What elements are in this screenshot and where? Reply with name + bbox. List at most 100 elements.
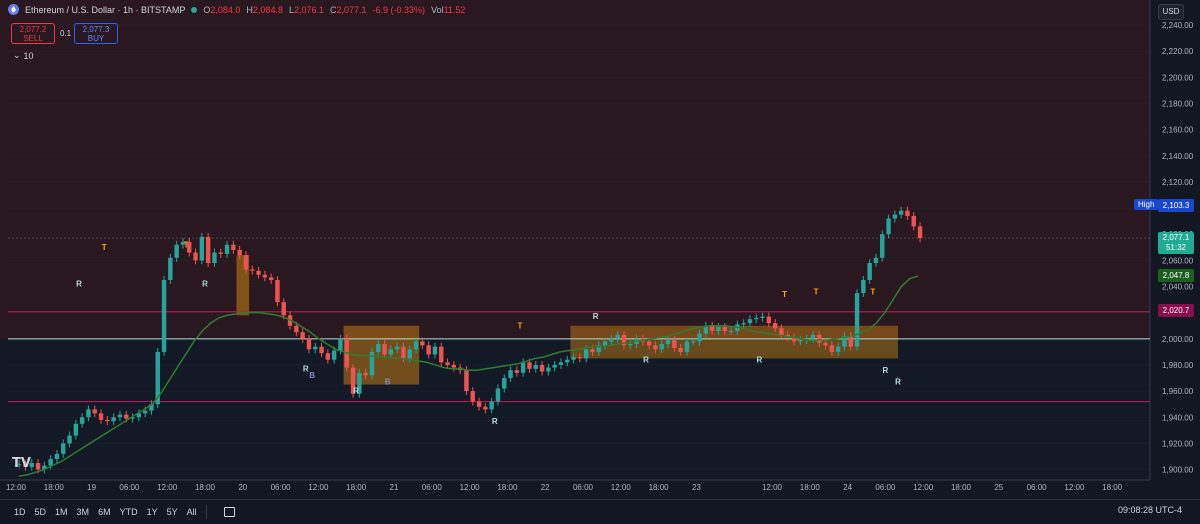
indicators-toggle[interactable]: ⌄ 10 — [13, 50, 34, 61]
candle-body — [760, 316, 765, 318]
y-tick-label: 2,160.00 — [1162, 126, 1194, 135]
candle-body — [678, 347, 683, 352]
candle-body — [508, 370, 513, 379]
candle-body — [168, 257, 173, 280]
clock[interactable]: 09:08:28 UTC-4 — [1118, 505, 1182, 515]
candle-body — [35, 463, 41, 470]
x-tick-label: 12:00 — [762, 483, 783, 492]
range-1d[interactable]: 1D — [14, 507, 26, 517]
lower-background — [0, 338, 1150, 480]
last-price-value: 2,077.1 — [1162, 233, 1190, 242]
y-tick-label: 2,000.00 — [1162, 335, 1194, 344]
candle-body — [451, 364, 457, 368]
candle-body — [142, 410, 148, 414]
candle-body — [363, 372, 368, 376]
candle-body — [798, 340, 803, 342]
buy-label: BUY — [87, 34, 105, 43]
range-1y[interactable]: 1Y — [147, 507, 158, 517]
candle-body — [823, 342, 828, 346]
signal-label: R — [895, 378, 901, 387]
candle-body — [73, 423, 79, 436]
candle-body — [854, 293, 860, 347]
candle-body — [817, 334, 822, 343]
candle-body — [558, 362, 564, 365]
candle-body — [218, 252, 223, 254]
signal-label: T — [184, 240, 189, 249]
candle-body — [86, 409, 91, 418]
range-ytd[interactable]: YTD — [120, 507, 138, 517]
candle-body — [659, 344, 664, 350]
candle-body — [514, 370, 520, 373]
x-tick-label: 18:00 — [497, 483, 518, 492]
x-tick-label: 12:00 — [308, 483, 329, 492]
candle-body — [432, 346, 438, 355]
symbol-legend: Ethereum / U.S. Dollar · 1h · BITSTAMP O… — [8, 4, 465, 15]
range-6m[interactable]: 6M — [98, 507, 111, 517]
range-5d[interactable]: 5D — [35, 507, 47, 517]
candle-body — [117, 414, 123, 418]
signal-label: R — [757, 355, 763, 364]
open-value: 2,084.0 — [210, 4, 241, 15]
x-tick-label: 12:00 — [460, 483, 481, 492]
candle-body — [747, 319, 753, 324]
candle-body — [231, 244, 236, 250]
signal-label: T — [870, 287, 875, 296]
y-tick-label: 1,900.00 — [1162, 466, 1194, 475]
calendar-icon[interactable] — [223, 507, 235, 517]
signal-label: R — [202, 280, 208, 289]
indicators-count: 10 — [23, 50, 34, 61]
x-tick-label: 06:00 — [271, 483, 292, 492]
price-chart[interactable]: 1,900.00 1,920.00 1,940.00 1,960.00 1,980.00… — [0, 0, 1200, 524]
candle-body — [489, 401, 494, 410]
candle-body — [565, 359, 570, 363]
candle-body — [79, 417, 85, 424]
candle-body — [205, 236, 211, 263]
bottom-toolbar: 1D 5D 1M 3M 6M YTD 1Y 5Y All — [0, 499, 1200, 524]
range-all[interactable]: All — [187, 507, 197, 517]
candle-body — [772, 323, 778, 329]
candle-body — [861, 279, 866, 294]
x-tick-label: 06:00 — [875, 483, 896, 492]
candle-body — [552, 364, 557, 368]
candle-body — [665, 340, 671, 345]
candle-body — [546, 367, 551, 372]
candle-body — [697, 333, 702, 342]
currency-selector[interactable]: USD — [1158, 4, 1184, 20]
candle-body — [382, 344, 387, 355]
x-tick-label: 18:00 — [1102, 483, 1123, 492]
candle-body — [407, 349, 412, 359]
close-value: 2,077.1 — [336, 4, 367, 15]
signal-label: R — [492, 417, 498, 426]
signal-label: R — [883, 366, 889, 375]
candle-body — [754, 317, 759, 320]
upper-background — [0, 0, 1150, 339]
order-quantity[interactable]: 0.1 — [60, 29, 71, 38]
y-tick-label: 1,940.00 — [1162, 413, 1194, 422]
tradingview-logo[interactable]: TV — [12, 456, 31, 471]
range-1m[interactable]: 1M — [55, 507, 68, 517]
candle-body — [237, 249, 242, 256]
candle-body — [741, 323, 746, 325]
x-tick-label: 12:00 — [6, 483, 27, 492]
candle-body — [439, 346, 444, 363]
candle-body — [306, 338, 312, 350]
x-tick-label: 12:00 — [611, 483, 632, 492]
candle-body — [199, 236, 205, 261]
candle-body — [470, 391, 475, 402]
candle-body — [571, 357, 576, 360]
range-3m[interactable]: 3M — [77, 507, 90, 517]
candle-body — [376, 344, 381, 352]
range-5y[interactable]: 5Y — [167, 507, 178, 517]
symbol-title[interactable]: Ethereum / U.S. Dollar · 1h · BITSTAMP — [25, 5, 185, 15]
candle-body — [338, 338, 343, 351]
buy-button[interactable]: 2,077.3 BUY — [74, 23, 118, 44]
chart-area[interactable]: 1,900.00 1,920.00 1,940.00 1,960.00 1,980.00… — [0, 0, 1200, 524]
x-tick-label: 18:00 — [346, 483, 367, 492]
candle-body — [905, 210, 910, 216]
toolbar-divider — [205, 505, 207, 519]
sell-button[interactable]: 2,077.2 SELL — [11, 23, 55, 44]
candle-body — [495, 388, 501, 402]
candle-body — [520, 362, 526, 373]
signal-label: R — [303, 364, 309, 373]
x-tick-label: 20 — [238, 483, 247, 492]
